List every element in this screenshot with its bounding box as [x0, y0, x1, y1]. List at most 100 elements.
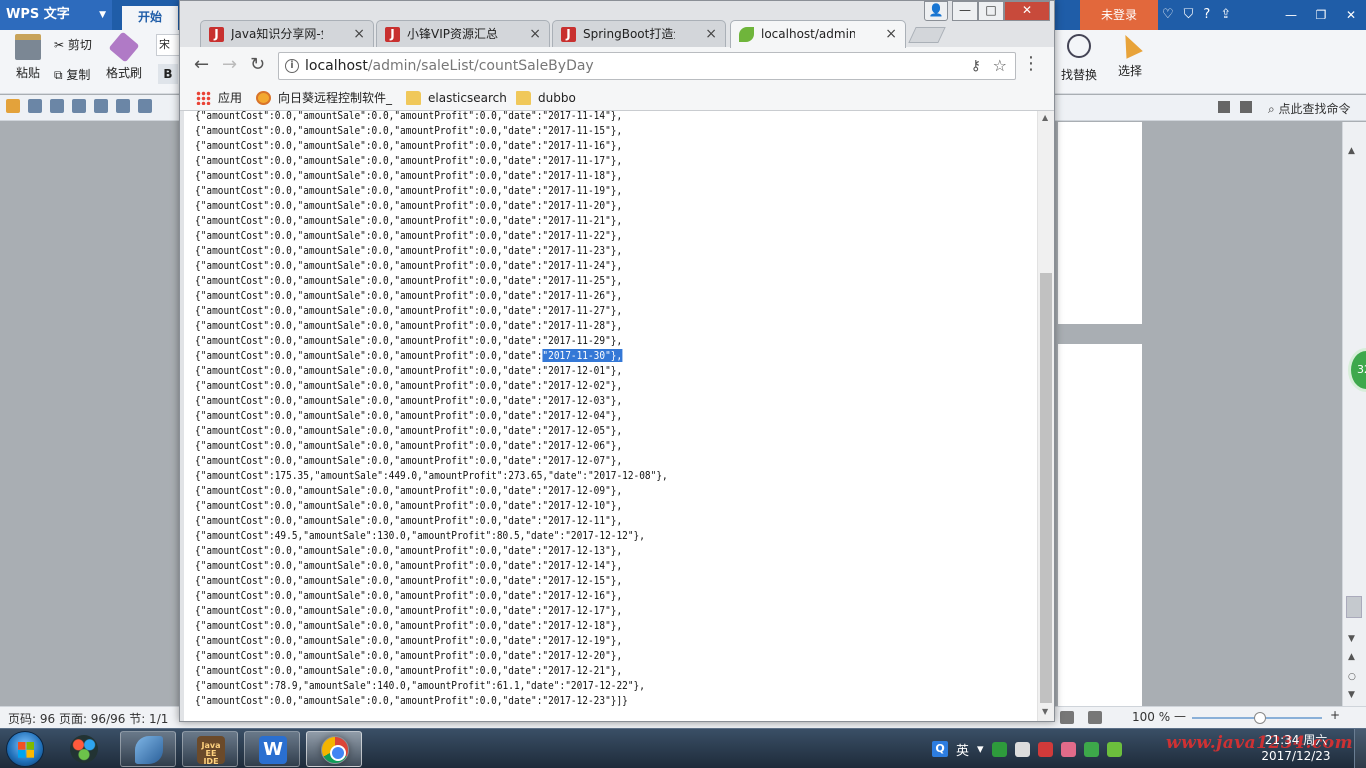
save-icon[interactable]	[28, 99, 42, 113]
undo-icon[interactable]	[116, 99, 130, 113]
scroll-down-icon[interactable]: ▼	[1348, 634, 1355, 644]
key-icon[interactable]: ⚷	[971, 53, 981, 79]
format-painter-button[interactable]: 格式刷	[104, 31, 144, 81]
page-content[interactable]: {"amountCost":0.0,"amountSale":0.0,"amou…	[184, 111, 1037, 721]
chevron-down-icon[interactable]: ▾	[977, 742, 984, 757]
redo-icon[interactable]	[138, 99, 152, 113]
network-icon[interactable]	[1014, 741, 1030, 757]
close-icon[interactable]: ✕	[1336, 0, 1366, 30]
start-button[interactable]	[6, 731, 44, 767]
scroll-up-icon[interactable]: ▲	[1348, 146, 1355, 156]
scroll-down-icon[interactable]: ▼	[1042, 707, 1048, 716]
reload-icon[interactable]: ↻	[250, 56, 265, 74]
flower-icon[interactable]	[1060, 741, 1076, 757]
upload-icon[interactable]: ⇪	[1220, 0, 1231, 30]
sync-icon[interactable]	[1218, 101, 1230, 113]
wps-vertical-scrollbar[interactable]: ▲ ▼ ▲ ○ ▼	[1342, 122, 1366, 706]
open-icon[interactable]	[6, 99, 20, 113]
bookmark-sunlogin[interactable]: 向日葵远程控制软件_	[256, 89, 392, 107]
nvidia-icon[interactable]	[991, 741, 1007, 757]
new-tab-button[interactable]	[908, 27, 946, 43]
scroll-up-icon[interactable]: ▲	[1042, 113, 1048, 122]
shirt-icon[interactable]: ⛉	[1184, 0, 1194, 30]
copy-icon: ⧉	[54, 68, 67, 82]
bold-button[interactable]: B	[158, 64, 178, 84]
bookmark-apps[interactable]: 应用	[196, 89, 242, 107]
tab-close-icon[interactable]: ×	[885, 21, 897, 47]
copy-button[interactable]: ⧉ 复制	[54, 66, 90, 83]
info-icon[interactable]: i	[285, 59, 299, 73]
bookmark-star-icon[interactable]: ☆	[993, 53, 1007, 79]
bookmark-label: 向日葵远程控制软件_	[278, 91, 393, 105]
bookmark-elasticsearch[interactable]: elasticsearch	[406, 89, 507, 107]
preview-icon[interactable]	[94, 99, 108, 113]
scroll-thumb[interactable]	[1040, 273, 1052, 703]
paste-button[interactable]: 粘贴	[8, 34, 48, 81]
taskbar-app-game[interactable]	[56, 731, 112, 767]
read-mode-icon[interactable]	[1060, 711, 1074, 724]
show-desktop-button[interactable]	[1354, 729, 1366, 768]
find-replace-button[interactable]: 找替换	[1054, 34, 1104, 83]
wps-scroll-thumb[interactable]	[1346, 596, 1362, 618]
login-button[interactable]: 未登录	[1080, 0, 1158, 30]
command-search[interactable]: ⌕ 点此查找命令	[1268, 100, 1351, 117]
close-icon[interactable]: ✕	[1004, 1, 1050, 21]
more-menu-icon[interactable]: ⋮	[1022, 55, 1040, 73]
antivirus-icon[interactable]	[1037, 741, 1053, 757]
back-arrow-icon[interactable]: ←	[194, 56, 209, 74]
format-painter-label: 格式刷	[105, 66, 142, 80]
tab-title: 小锋VIP资源汇总	[407, 27, 498, 41]
font-name-select[interactable]: 宋体	[156, 34, 180, 56]
next-page-icon[interactable]: ▼	[1348, 690, 1355, 700]
address-bar[interactable]: i localhost/admin/saleList/countSaleByDa…	[278, 52, 1016, 80]
heart-icon[interactable]: ♡	[1162, 0, 1174, 30]
taskbar-app-chrome[interactable]	[306, 731, 362, 767]
minimize-icon[interactable]: —	[952, 1, 978, 21]
zoom-level[interactable]: 100 %	[1132, 710, 1170, 724]
page-vertical-scrollbar[interactable]: ▲ ▼	[1037, 111, 1054, 721]
minimize-icon[interactable]: —	[1276, 0, 1306, 30]
profile-icon[interactable]: 👤	[924, 1, 948, 21]
browser-tab[interactable]: J SpringBoot打造企业 ×	[552, 20, 726, 48]
zoom-slider-knob[interactable]	[1254, 712, 1266, 724]
tab-title: localhost/admin/sal	[761, 27, 855, 41]
taskbar-app-wps[interactable]: W	[244, 731, 300, 767]
restore-icon[interactable]: ❐	[1306, 0, 1336, 30]
clock[interactable]: 21:34 周六 2017/12/23	[1256, 732, 1336, 764]
maximize-icon[interactable]: □	[978, 1, 1004, 21]
export-pdf-icon[interactable]	[50, 99, 64, 113]
tab-close-icon[interactable]: ×	[529, 21, 541, 47]
bookmark-dubbo[interactable]: dubbo	[516, 89, 576, 107]
ime-language[interactable]: 英	[956, 740, 969, 759]
cut-button[interactable]: ✂ 剪切	[54, 36, 92, 53]
java-favicon-icon: J	[561, 27, 576, 42]
json-line: {"amountCost":0.0,"amountSale":0.0,"amou…	[195, 184, 623, 197]
shield-icon[interactable]	[1083, 741, 1099, 757]
wps-app-menu[interactable]: WPS 文字 ▼	[0, 0, 112, 30]
browser-tab[interactable]: J 小锋VIP资源汇总 ×	[376, 20, 550, 48]
wps-document-page[interactable]	[1058, 344, 1142, 706]
browser-tab-active[interactable]: localhost/admin/sal ×	[730, 20, 906, 48]
taskbar-app-dolphin[interactable]	[120, 731, 176, 767]
tab-close-icon[interactable]: ×	[353, 21, 365, 47]
tab-start[interactable]: 开始	[122, 6, 178, 30]
wps-document-page[interactable]	[1058, 122, 1142, 324]
tab-close-icon[interactable]: ×	[705, 21, 717, 47]
web-layout-icon[interactable]	[1088, 711, 1102, 724]
chrome-window-controls: 👤 — □ ✕	[924, 1, 1050, 21]
zoom-out-icon[interactable]: —	[1174, 709, 1186, 723]
browser-tab[interactable]: J Java知识分享网-免费 ×	[200, 20, 374, 48]
select-browse-icon[interactable]: ○	[1348, 672, 1356, 682]
share-icon[interactable]	[1240, 101, 1252, 113]
print-icon[interactable]	[72, 99, 86, 113]
taskbar-app-javaee-ide[interactable]: Java EE IDE	[182, 731, 238, 767]
ime-q-icon[interactable]: Q	[932, 741, 948, 757]
zoom-in-icon[interactable]: +	[1330, 708, 1340, 722]
zoom-slider[interactable]	[1192, 712, 1322, 724]
prev-page-icon[interactable]: ▲	[1348, 652, 1355, 662]
json-line: {"amountCost":0.0,"amountSale":0.0,"amou…	[195, 199, 623, 212]
forward-arrow-icon[interactable]: →	[222, 56, 237, 74]
tray-app-icon[interactable]	[1106, 741, 1122, 757]
select-button[interactable]: 选择	[1110, 31, 1150, 79]
help-icon[interactable]: ?	[1203, 0, 1210, 30]
